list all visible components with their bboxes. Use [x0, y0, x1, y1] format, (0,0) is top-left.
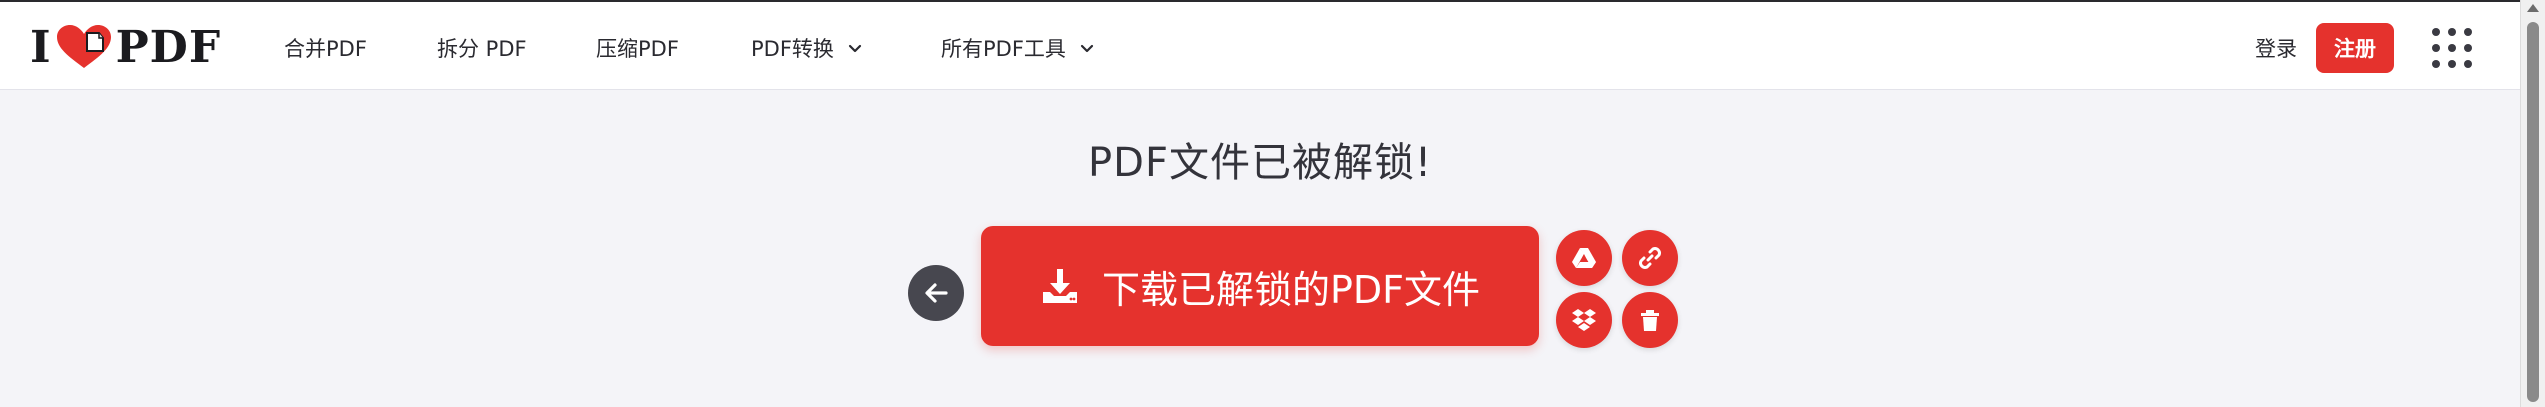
nav-label: 所有PDF工具	[941, 37, 1066, 61]
google-drive-icon	[1572, 248, 1596, 268]
apps-grid-menu-icon[interactable]	[2432, 28, 2472, 68]
copy-link-button[interactable]	[1622, 230, 1678, 286]
save-to-dropbox-button[interactable]	[1556, 292, 1612, 348]
download-icon	[1042, 269, 1077, 303]
nav-all-pdf-tools-dropdown[interactable]: 所有PDF工具	[941, 32, 1096, 64]
heart-logo-icon	[56, 25, 111, 68]
logo-letter-i: I	[30, 21, 52, 73]
nav-compress-pdf[interactable]: 压缩PDF	[596, 32, 679, 64]
chevron-down-icon	[1080, 44, 1094, 53]
chevron-down-icon	[848, 44, 862, 53]
scrollbar-thumb[interactable]	[2527, 22, 2539, 402]
nav-split-pdf[interactable]: 拆分 PDF	[437, 32, 527, 64]
download-unlocked-pdf-button[interactable]: 下载已解锁的PDF文件	[981, 226, 1539, 346]
delete-file-button[interactable]	[1622, 292, 1678, 348]
link-icon	[1639, 247, 1661, 269]
scroll-up-arrow-icon[interactable]	[2527, 4, 2539, 12]
nav-merge-pdf[interactable]: 合并PDF	[284, 32, 367, 64]
register-button[interactable]: 注册	[2316, 23, 2394, 73]
ilovepdf-logo[interactable]: I PDF	[30, 21, 222, 73]
logo-text-pdf: PDF	[115, 21, 222, 73]
arrow-left-icon	[925, 283, 948, 303]
nav-convert-pdf-dropdown[interactable]: PDF转换	[751, 32, 864, 64]
nav-label: 拆分 PDF	[437, 37, 527, 61]
page-title: PDF文件已被解锁!	[1088, 140, 1432, 186]
back-button[interactable]	[908, 265, 964, 321]
download-label: 下载已解锁的PDF文件	[1101, 267, 1481, 312]
trash-icon	[1641, 310, 1659, 331]
dropbox-icon	[1572, 309, 1596, 331]
vertical-scrollbar[interactable]	[2520, 0, 2545, 407]
nav-label: PDF转换	[751, 37, 834, 61]
login-label: 登录	[2255, 37, 2297, 61]
nav-label: 压缩PDF	[596, 37, 679, 61]
login-link[interactable]: 登录	[2255, 32, 2297, 64]
top-navigation-bar: I PDF 合并PDF 拆分 PDF 压缩PDF PDF转换 所有PDF工具 登…	[0, 0, 2520, 90]
nav-label: 合并PDF	[284, 37, 367, 61]
register-label: 注册	[2334, 37, 2376, 61]
save-to-google-drive-button[interactable]	[1556, 230, 1612, 286]
